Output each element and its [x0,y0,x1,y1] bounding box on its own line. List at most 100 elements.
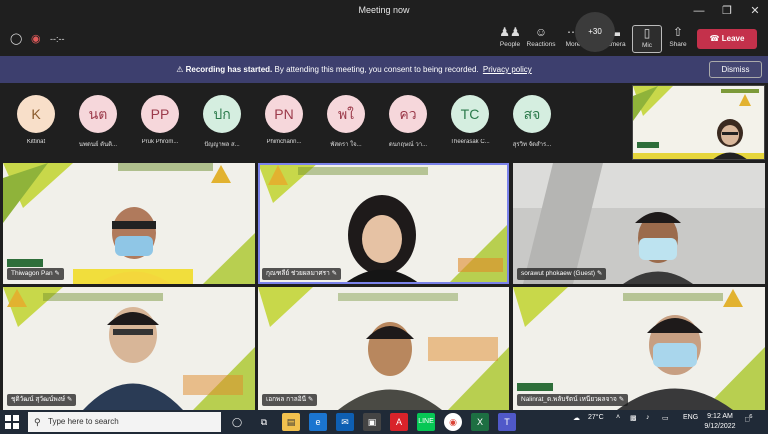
volume-icon[interactable]: ♪ [646,414,650,421]
self-view-image [633,86,764,159]
mic-button[interactable]: ▯ Mic [632,25,662,53]
edge-browser-icon[interactable]: e [309,413,327,431]
recording-message: ⚠ Recording has started. By attending th… [176,65,532,74]
avatar-initials: นต [79,95,117,133]
participant-video-image [513,163,765,284]
microphone-icon: ▯ [643,26,651,40]
mic-muted-icon: ✎ [54,270,60,277]
participant-name: พัสตรา ใจ... [330,142,362,148]
maximize-icon[interactable]: ❐ [716,3,738,19]
participant-name: Kittinat [26,139,46,145]
participant-name-tag: Thiwagon Pan ✎ [7,268,64,280]
participant-name: Pruk Phrom... [141,139,179,145]
cortana-icon[interactable]: ◯ [228,413,246,431]
more-participants-button[interactable]: +30 [575,12,615,52]
avatar-initials: K [17,95,55,133]
close-icon[interactable]: ✕ [744,3,766,19]
pdf-reader-icon[interactable]: A [390,413,408,431]
meeting-timer: --:-- [50,34,65,44]
video-grid: Thiwagon Pan ✎ กุณฑลีย์ ช่วยผลมาศรา ✎ so… [0,163,768,410]
participant-name: ดนกฤษณ์ วา... [388,142,428,148]
meeting-toolbar: ◯ ◉ --:-- ♟♟ People ☺ Reactions ⋯ More ▬… [0,22,768,56]
network-icon[interactable]: ▩ [630,414,637,422]
recording-banner: ⚠ Recording has started. By attending th… [0,56,768,83]
windows-taskbar: ⚲ Type here to search ◯ ⧉ ▤ e ✉ ▣ A LINE… [0,410,768,434]
weather-icon[interactable]: ☁ [573,414,580,422]
avatar-initials: PP [141,95,179,133]
participant-video-image [3,287,255,410]
mic-muted-icon: ✎ [331,270,338,277]
participant-avatar[interactable]: สจสุรวิท จัดสำร... [504,95,560,149]
participant-avatar-strip: K Kittinat นตนพดนย์ ตันติ... PP Pruk Phrom..… [0,83,630,163]
dismiss-button[interactable]: Dismiss [709,61,762,78]
mail-icon[interactable]: ✉ [336,413,354,431]
avatar-initials: คว [389,95,427,133]
participant-avatar[interactable]: TC Theerasak C... [442,95,498,145]
phone-hangup-icon: ☎ [709,34,720,43]
participant-avatar[interactable]: PP Pruk Phrom... [132,95,188,145]
participant-name-tag: sorawut phokaew (Guest) ✎ [517,268,607,280]
participant-avatar[interactable]: ปกปัญญาพล ส... [194,95,250,149]
participant-avatar[interactable]: ควดนกฤษณ์ วา... [380,95,436,149]
excel-icon[interactable]: X [471,413,489,431]
participant-video-image [258,287,509,410]
video-tile[interactable]: ชุติวัฒน์ สุวัฒน์พงษ์ ✎ [3,287,255,410]
video-tile-active-speaker[interactable]: กุณฑลีย์ ช่วยผลมาศรา ✎ [258,163,509,284]
participant-name-tag: กุณฑลีย์ ช่วยผลมาศรา ✎ [262,268,342,280]
reactions-icon: ☺ [534,25,548,39]
window-title: Meeting now [358,5,410,15]
participant-name: นพดนย์ ตันติ... [78,142,118,148]
avatar-initials: สจ [513,95,551,133]
minimize-icon[interactable]: — [688,3,710,19]
participant-avatar[interactable]: PN Phimchann... [256,95,312,145]
video-tile[interactable]: Thiwagon Pan ✎ [3,163,255,284]
self-view-video[interactable] [632,85,765,160]
tray-chevron-icon[interactable]: ˄ [616,414,620,421]
chrome-icon[interactable]: ◉ [444,413,462,431]
mic-muted-icon: ✎ [307,396,314,403]
video-tile[interactable]: Nalinrat_ด.พลับรัตน์ เหนียวผลจาจ ✎ [513,287,765,410]
task-view-icon[interactable]: ⧉ [255,413,273,431]
mic-muted-icon: ✎ [618,396,625,403]
participant-avatar[interactable]: K Kittinat [8,95,64,145]
line-app-icon[interactable]: LINE [417,413,435,431]
title-bar: Meeting now — ❐ ✕ [0,0,768,22]
participant-video-image [258,163,509,284]
participant-name: Theerasak C... [450,139,490,145]
warning-icon: ⚠ [176,65,184,74]
participant-video-image [513,287,765,410]
input-language[interactable]: ENG [683,414,698,421]
windows-start-icon[interactable] [5,415,19,429]
store-icon[interactable]: ▣ [363,413,381,431]
leave-button[interactable]: ☎ Leave [697,29,757,49]
video-tile[interactable]: sorawut phokaew (Guest) ✎ [513,163,765,284]
participant-name: Phimchann... [266,139,302,145]
participant-name: ปัญญาพล ส... [204,142,240,148]
notification-count: 6 [749,414,753,420]
people-button[interactable]: ♟♟ People [495,25,525,53]
mic-muted-icon: ✎ [596,270,603,277]
participant-name-tag: Nalinrat_ด.พลับรัตน์ เหนียวผลจาจ ✎ [517,394,629,406]
system-clock[interactable]: 9:12 AM 9/12/2022 [700,412,740,432]
notification-icon[interactable]: □6 [745,414,752,423]
teams-icon[interactable]: T [498,413,516,431]
avatar-initials: TC [451,95,489,133]
file-explorer-icon[interactable]: ▤ [282,413,300,431]
participant-name-tag: เอกพล กาลอินี ✎ [262,394,318,406]
weather-temperature[interactable]: 27°C [588,414,604,421]
participant-name: สุรวิท จัดสำร... [512,142,552,148]
participant-avatar[interactable]: พใ พัสตรา ใจ... [318,95,374,149]
recording-icon: ◉ [31,33,41,45]
privacy-policy-link[interactable]: Privacy policy [483,65,532,74]
share-icon: ⇧ [672,25,684,39]
share-button[interactable]: ⇧ Share [663,25,693,53]
reactions-button[interactable]: ☺ Reactions [526,25,556,53]
people-icon: ♟♟ [499,25,521,39]
battery-icon[interactable]: ▭ [662,414,669,422]
participant-avatar[interactable]: นตนพดนย์ ตันติ... [70,95,126,149]
video-tile[interactable]: เอกพล กาลอินี ✎ [258,287,509,410]
taskbar-search-box[interactable]: ⚲ Type here to search [28,412,221,432]
search-icon: ⚲ [34,417,41,427]
mic-muted-icon: ✎ [66,396,73,403]
avatar-initials: ปก [203,95,241,133]
